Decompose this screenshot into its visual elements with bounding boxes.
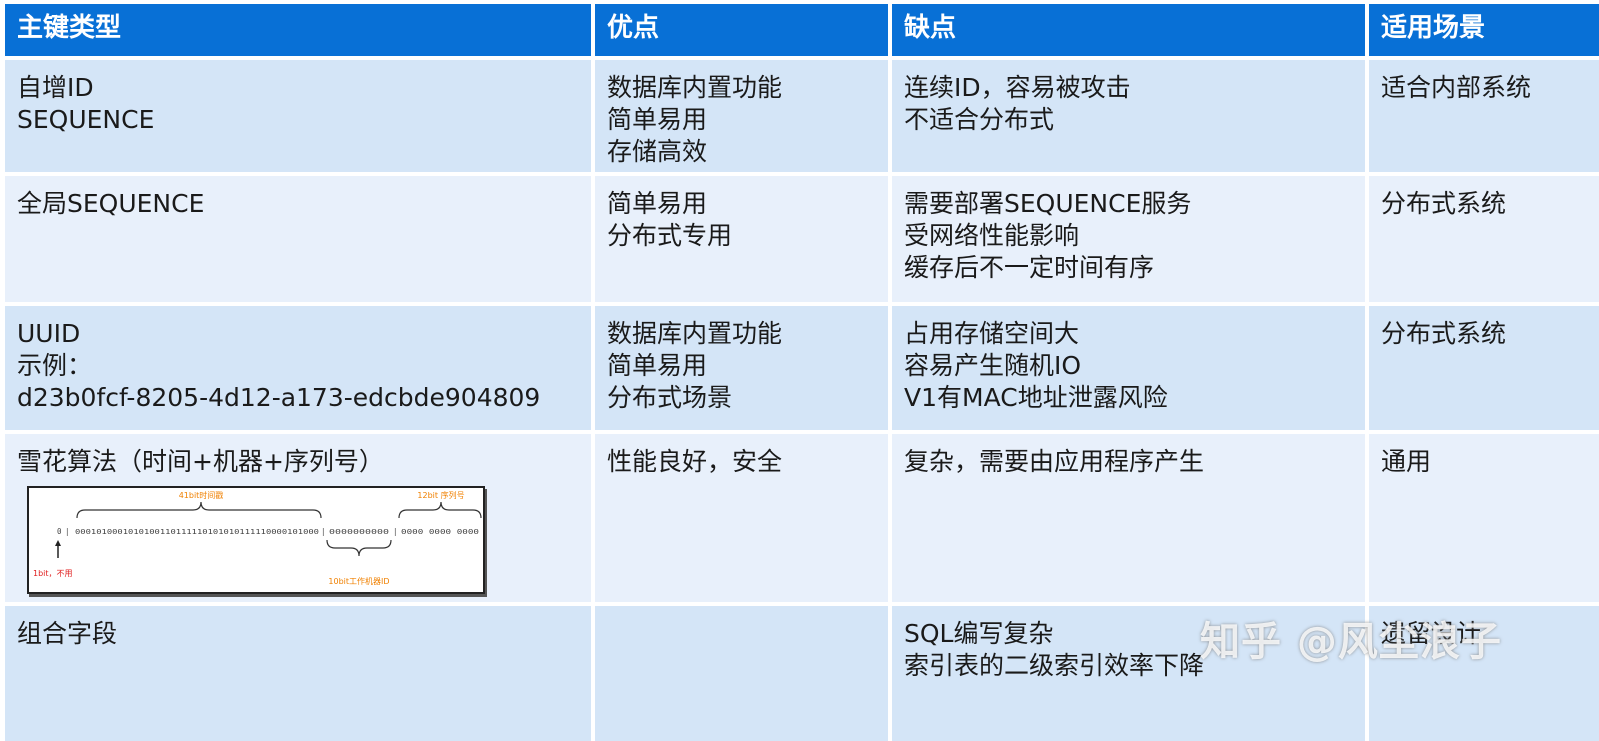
text-line: V1有MAC地址泄露风险: [904, 383, 1168, 412]
bits-time: 0001010001010100110111110101010111110000…: [75, 528, 319, 536]
label-machine: 10bit工作机器ID: [328, 576, 389, 586]
text-line: 缓存后不一定时间有序: [904, 253, 1155, 282]
snowflake-bit-layout: 41bit时间戳 12bit 序列号 0 | 00010100010101001…: [33, 490, 482, 586]
text-line: 分布式系统: [1381, 319, 1507, 348]
separator: |: [393, 527, 398, 536]
text-line: 简单易用: [607, 351, 708, 380]
cell-pros-auto-increment: 数据库内置功能 简单易用 存储高效: [595, 60, 888, 172]
text-line: 组合字段: [17, 619, 118, 648]
cell-type-composite: 组合字段: [5, 606, 591, 741]
cell-cons-global-sequence: 需要部署SEQUENCE服务 受网络性能影响 缓存后不一定时间有序: [892, 176, 1365, 302]
header-pros: 优点: [595, 4, 888, 56]
machine-brace: [326, 539, 392, 557]
text-line: 全局SEQUENCE: [17, 189, 205, 218]
cell-pros-global-sequence: 简单易用 分布式专用: [595, 176, 888, 302]
zhihu-watermark: 知乎 @风尘浪子: [1200, 619, 1502, 665]
cell-pros-uuid: 数据库内置功能 简单易用 分布式场景: [595, 306, 888, 430]
label-time: 41bit时间戳: [179, 490, 224, 500]
bits-sign: 0: [57, 527, 62, 536]
seq-brace: [398, 501, 482, 519]
label-seq: 12bit 序列号: [417, 490, 464, 500]
snowflake-diagram: 41bit时间戳 12bit 序列号 0 | 00010100010101001…: [27, 486, 485, 594]
cell-type-snowflake: 雪花算法（时间+机器+序列号） 41bit时间戳 12bit 序列号 0 | 0…: [5, 434, 591, 602]
text-line: 分布式系统: [1381, 189, 1507, 218]
text-line: 简单易用: [607, 105, 708, 134]
time-brace: [76, 501, 322, 519]
text-line: 不适合分布式: [904, 105, 1055, 134]
text-line: 占用存储空间大: [904, 319, 1080, 348]
label-sign: 1bit，不用: [33, 569, 73, 578]
text-line: 存储高效: [607, 137, 708, 166]
text-line: d23b0fcf-8205-4d12-a173-edcbde904809: [17, 383, 541, 412]
cell-cons-uuid: 占用存储空间大 容易产生随机IO V1有MAC地址泄露风险: [892, 306, 1365, 430]
cell-pros-snowflake: 性能良好，安全: [595, 434, 888, 602]
text-line: 分布式专用: [607, 221, 733, 250]
text-line: UUID: [17, 319, 81, 348]
cell-cons-snowflake: 复杂，需要由应用程序产生: [892, 434, 1365, 602]
text-line: 适合内部系统: [1381, 73, 1532, 102]
header-cons: 缺点: [892, 4, 1365, 56]
cell-cons-auto-increment: 连续ID，容易被攻击 不适合分布式: [892, 60, 1365, 172]
cell-pros-composite: [595, 606, 888, 741]
separator: |: [65, 527, 70, 536]
text-line: 受网络性能影响: [904, 221, 1080, 250]
text-line: 需要部署SEQUENCE服务: [904, 189, 1192, 218]
text-line: 容易产生随机IO: [904, 351, 1082, 380]
bits-seq: 0000 0000 0000: [401, 528, 479, 536]
text-line: 复杂，需要由应用程序产生: [904, 447, 1205, 476]
text-line: 连续ID，容易被攻击: [904, 73, 1131, 102]
cell-type-uuid: UUID 示例： d23b0fcf-8205-4d12-a173-edcbde9…: [5, 306, 591, 430]
text-line: 性能良好，安全: [607, 447, 783, 476]
separator: |: [321, 527, 326, 536]
header-key-type: 主键类型: [5, 4, 591, 56]
text-line: 简单易用: [607, 189, 708, 218]
cell-scene-uuid: 分布式系统: [1369, 306, 1599, 430]
cell-scene-snowflake: 通用: [1369, 434, 1599, 602]
cell-type-global-sequence: 全局SEQUENCE: [5, 176, 591, 302]
text-line: 数据库内置功能: [607, 73, 783, 102]
sign-arrowhead: [55, 540, 61, 546]
cell-scene-global-sequence: 分布式系统: [1369, 176, 1599, 302]
text-line: 数据库内置功能: [607, 319, 783, 348]
cell-scene-auto-increment: 适合内部系统: [1369, 60, 1599, 172]
text-line: 分布式场景: [607, 383, 733, 412]
text-line: 通用: [1381, 447, 1432, 476]
cell-type-auto-increment: 自增ID SEQUENCE: [5, 60, 591, 172]
text-line: 自增ID: [17, 73, 94, 102]
text-line: SEQUENCE: [17, 105, 155, 134]
bits-machine: 0000000000: [329, 528, 389, 536]
text-line: 示例：: [17, 351, 93, 380]
header-scene: 适用场景: [1369, 4, 1599, 56]
text-line: 雪花算法（时间+机器+序列号）: [17, 447, 384, 476]
